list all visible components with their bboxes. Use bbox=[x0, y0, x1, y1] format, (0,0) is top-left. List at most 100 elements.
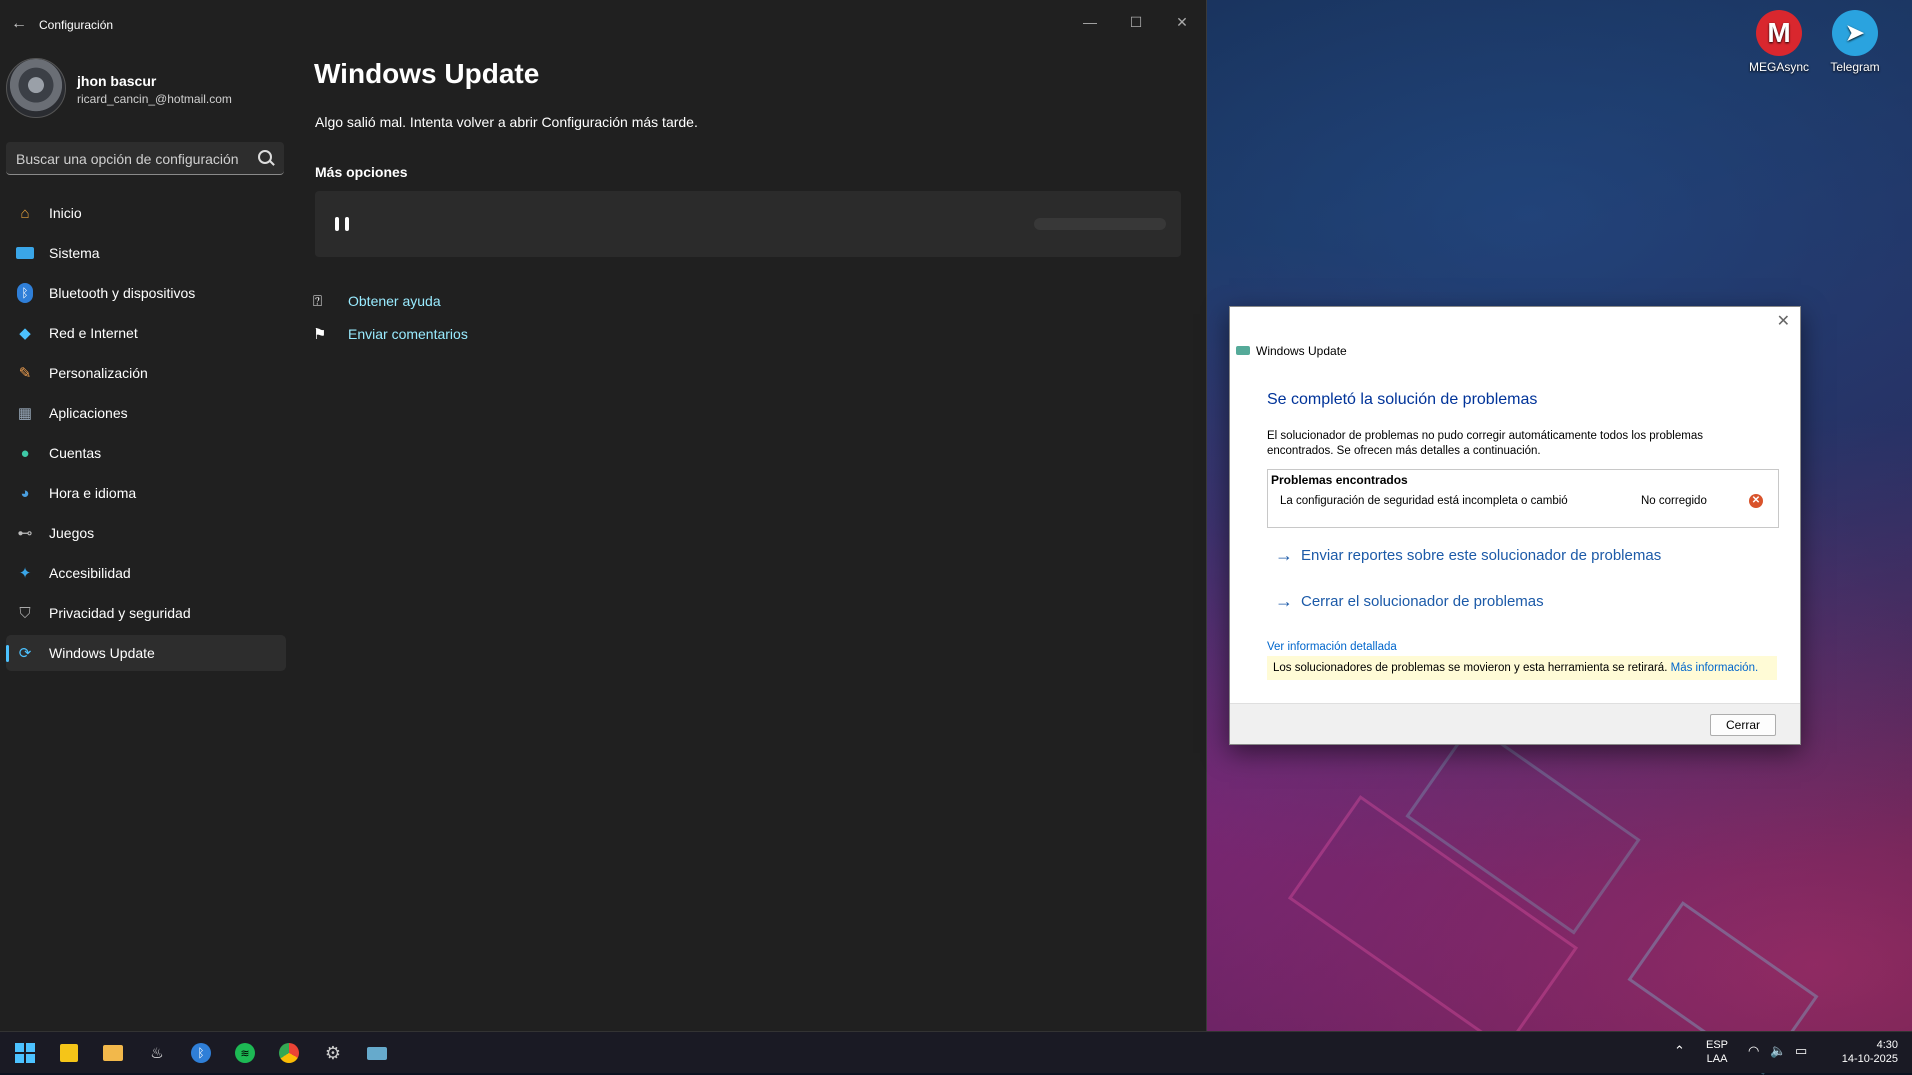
sidebar-item-label: Windows Update bbox=[49, 645, 155, 661]
sidebar-item-red[interactable]: ◆ Red e Internet bbox=[6, 315, 286, 351]
pause-updates-card[interactable] bbox=[315, 191, 1181, 257]
dialog-footer: Cerrar bbox=[1230, 703, 1800, 744]
wifi-icon[interactable]: ◠ bbox=[1748, 1044, 1759, 1058]
close-button[interactable]: ✕ bbox=[1159, 6, 1205, 38]
account-icon: ● bbox=[20, 444, 30, 462]
megasync-icon: M bbox=[1756, 10, 1802, 56]
sidebar-item-sistema[interactable]: Sistema bbox=[6, 235, 286, 271]
sidebar-item-label: Bluetooth y dispositivos bbox=[49, 285, 196, 301]
section-heading: Más opciones bbox=[315, 164, 408, 180]
more-info-link[interactable]: Más información. bbox=[1671, 662, 1759, 674]
search-placeholder: Buscar una opción de configuración bbox=[16, 151, 239, 167]
dialog-title: Windows Update bbox=[1256, 344, 1347, 358]
settings-gear-icon[interactable]: ⚙ bbox=[322, 1042, 344, 1064]
battery-icon[interactable]: ▭ bbox=[1795, 1044, 1807, 1058]
clock-date: 14-10-2025 bbox=[1841, 1053, 1898, 1065]
sidebar-item-label: Privacidad y seguridad bbox=[49, 605, 191, 621]
sidebar-item-label: Aplicaciones bbox=[49, 405, 128, 421]
sidebar-item-label: Sistema bbox=[49, 245, 100, 261]
search-input[interactable]: Buscar una opción de configuración bbox=[6, 142, 284, 175]
desktop-icon-telegram[interactable]: ➤ Telegram bbox=[1817, 10, 1893, 74]
sidebar-item-hora[interactable]: ◕ Hora e idioma bbox=[6, 475, 286, 511]
user-name: jhon bascur bbox=[77, 73, 157, 89]
link-label: Obtener ayuda bbox=[348, 293, 441, 309]
shield-icon: ⛉ bbox=[19, 604, 31, 622]
spotify-icon[interactable]: ≋ bbox=[234, 1042, 256, 1064]
troubleshooter-dialog: ✕ Windows Update Se completó la solución… bbox=[1229, 306, 1801, 745]
bluetooth-icon: ᛒ bbox=[15, 283, 35, 303]
arrow-right-icon: → bbox=[1275, 545, 1293, 565]
link-label: Enviar comentarios bbox=[348, 326, 468, 342]
dialog-close-icon[interactable]: ✕ bbox=[1777, 311, 1790, 331]
banner-message: Los solucionadores de problemas se movie… bbox=[1273, 662, 1668, 674]
error-message: Algo salió mal. Intenta volver a abrir C… bbox=[315, 114, 698, 130]
sidebar-item-bluetooth[interactable]: ᛒ Bluetooth y dispositivos bbox=[6, 275, 286, 311]
error-icon: ✕ bbox=[1749, 494, 1763, 508]
close-troubleshooter-link[interactable]: → Cerrar el solucionador de problemas bbox=[1275, 591, 1544, 612]
sidebar-item-aplicaciones[interactable]: ▦ Aplicaciones bbox=[6, 395, 286, 431]
bluetooth-app-icon[interactable]: ᛒ bbox=[190, 1042, 212, 1064]
apps-icon: ▦ bbox=[17, 405, 33, 422]
sidebar-item-juegos[interactable]: ⊷ Juegos bbox=[6, 515, 286, 551]
sidebar-item-label: Personalización bbox=[49, 365, 148, 381]
title-bar: ← Configuración — ☐ ✕ bbox=[0, 0, 1206, 48]
sidebar-item-label: Cuentas bbox=[49, 445, 102, 461]
language-code: ESP bbox=[1706, 1039, 1729, 1051]
sidebar-item-accesibilidad[interactable]: ✦ Accesibilidad bbox=[6, 555, 286, 591]
app-title: Configuración bbox=[39, 18, 114, 32]
desktop-icon-megasync[interactable]: M MEGAsync bbox=[1741, 10, 1817, 74]
sidebar-item-label: Accesibilidad bbox=[49, 565, 131, 581]
maximize-button[interactable]: ☐ bbox=[1113, 6, 1159, 38]
troubleshooter-icon bbox=[1236, 346, 1250, 355]
clock[interactable]: 4:30 14-10-2025 bbox=[1830, 1038, 1898, 1066]
sidebar-item-inicio[interactable]: ⌂ Inicio bbox=[6, 195, 286, 231]
pause-icon bbox=[335, 217, 355, 233]
windows-update-app-icon[interactable] bbox=[366, 1042, 388, 1064]
network-icon: ◆ bbox=[19, 325, 31, 342]
sidebar-item-windows-update[interactable]: ⟳ Windows Update bbox=[6, 635, 286, 671]
globe-clock-icon: ◕ bbox=[20, 484, 30, 502]
system-icon bbox=[15, 243, 35, 263]
user-email: ricard_cancin_@hotmail.com bbox=[77, 92, 232, 106]
sidebar-item-label: Red e Internet bbox=[49, 325, 138, 341]
user-profile[interactable]: jhon bascur ricard_cancin_@hotmail.com bbox=[6, 58, 276, 122]
sidebar-item-label: Inicio bbox=[49, 205, 82, 221]
dialog-description: El solucionador de problemas no pudo cor… bbox=[1267, 430, 1703, 457]
steam-icon[interactable]: ♨ bbox=[146, 1042, 168, 1064]
chrome-icon[interactable] bbox=[278, 1042, 300, 1064]
help-icon: ⍰ bbox=[313, 292, 323, 310]
problem-description: La configuración de seguridad está incom… bbox=[1280, 495, 1568, 507]
search-icon bbox=[258, 150, 272, 164]
language-indicator[interactable]: ESP LAA bbox=[1706, 1038, 1728, 1066]
start-icon[interactable] bbox=[14, 1042, 36, 1064]
sidebar-item-privacidad[interactable]: ⛉ Privacidad y seguridad bbox=[6, 595, 286, 631]
sidebar-item-label: Juegos bbox=[49, 525, 95, 541]
dialog-heading: Se completó la solución de problemas bbox=[1267, 391, 1538, 408]
get-help-link[interactable]: ⍰ Obtener ayuda bbox=[313, 290, 441, 312]
volume-icon[interactable]: 🔈 bbox=[1770, 1044, 1786, 1058]
send-feedback-link[interactable]: ⚑ Enviar comentarios bbox=[313, 323, 468, 345]
home-icon: ⌂ bbox=[20, 204, 30, 222]
link-label: Enviar reportes sobre este solucionador … bbox=[1301, 547, 1662, 564]
problems-found-box: Problemas encontrados La configuración d… bbox=[1267, 469, 1779, 528]
view-details-link[interactable]: Ver información detallada bbox=[1267, 641, 1397, 653]
avatar bbox=[6, 58, 66, 118]
desktop-icon-label: MEGAsync bbox=[1748, 60, 1809, 74]
close-dialog-button[interactable]: Cerrar bbox=[1710, 714, 1776, 736]
link-label: Cerrar el solucionador de problemas bbox=[1301, 593, 1544, 610]
sidebar-item-personalizacion[interactable]: ✎ Personalización bbox=[6, 355, 286, 391]
desktop-icon-label: Telegram bbox=[1830, 60, 1880, 74]
file-explorer-icon[interactable] bbox=[102, 1042, 124, 1064]
sidebar-item-cuentas[interactable]: ● Cuentas bbox=[6, 435, 286, 471]
update-icon: ⟳ bbox=[18, 645, 32, 662]
chevron-up-icon[interactable]: ⌃ bbox=[1674, 1044, 1685, 1058]
banner-text: Los solucionadores de problemas se movie… bbox=[1273, 662, 1758, 674]
gamepad-icon: ⊷ bbox=[17, 525, 33, 542]
send-reports-link[interactable]: → Enviar reportes sobre este solucionado… bbox=[1275, 545, 1661, 566]
taskbar: ♨ ᛒ ≋ ⚙ ⌃ ESP LAA ◠ 🔈 ▭ 4:30 14-10-2025 bbox=[0, 1031, 1912, 1073]
back-button[interactable]: ← bbox=[6, 14, 32, 34]
minimize-button[interactable]: — bbox=[1067, 6, 1113, 38]
sticky-notes-icon[interactable] bbox=[58, 1042, 80, 1064]
brush-icon: ✎ bbox=[18, 365, 32, 382]
feedback-icon: ⚑ bbox=[313, 326, 327, 343]
